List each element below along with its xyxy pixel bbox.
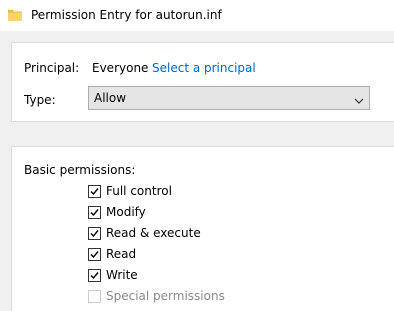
type-label: Type: (24, 93, 56, 107)
full-control-label: Full control (106, 184, 172, 198)
read-label: Read (106, 247, 137, 261)
full-control-checkbox[interactable] (88, 185, 101, 198)
type-dropdown-value: Allow (94, 91, 127, 105)
write-checkbox[interactable] (88, 269, 101, 282)
principal-panel: Principal: Everyone Select a principal T… (11, 42, 394, 122)
read-checkbox[interactable] (88, 248, 101, 261)
read-execute-label: Read & execute (106, 226, 201, 240)
principal-value: Everyone (92, 61, 149, 75)
modify-label: Modify (106, 205, 146, 219)
window-title: Permission Entry for autorun.inf (31, 8, 222, 22)
write-label: Write (106, 268, 138, 282)
dialog-body: Principal: Everyone Select a principal T… (0, 32, 394, 311)
special-permissions-checkbox (88, 290, 101, 303)
special-permissions-label: Special permissions (106, 289, 225, 303)
basic-permissions-panel: Basic permissions: Full control Modify R… (11, 146, 394, 311)
folder-icon (7, 7, 23, 23)
select-principal-link[interactable]: Select a principal (152, 61, 256, 75)
type-dropdown[interactable]: Allow (88, 86, 370, 110)
modify-checkbox[interactable] (88, 206, 101, 219)
title-bar[interactable]: Permission Entry for autorun.inf (0, 0, 394, 32)
basic-permissions-label: Basic permissions: (24, 163, 136, 177)
read-execute-checkbox[interactable] (88, 227, 101, 240)
chevron-down-icon (354, 94, 364, 104)
principal-label: Principal: (24, 61, 80, 75)
permission-entry-window: Permission Entry for autorun.inf Princip… (0, 0, 394, 311)
